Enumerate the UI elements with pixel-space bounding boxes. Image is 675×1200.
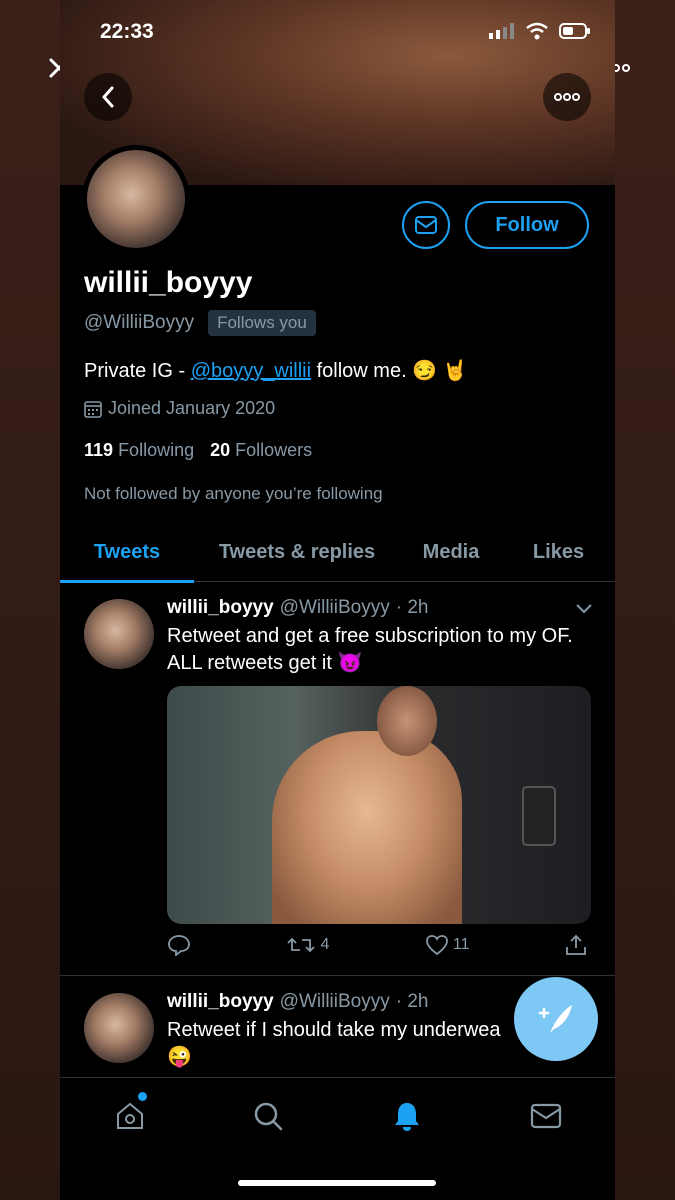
bio-mention-link[interactable]: @boyyy_willii [191, 360, 311, 382]
tweet-author-name: willii_boyyy [167, 991, 274, 1012]
status-icons [489, 22, 591, 40]
nav-search[interactable] [248, 1096, 288, 1136]
compose-tweet-button[interactable] [514, 977, 598, 1061]
tweet-text-line2: 😜 [167, 1046, 192, 1068]
like-count: 11 [452, 936, 470, 953]
tab-media[interactable]: Media [400, 522, 502, 582]
tweet-header: willii_boyyy @WilliiBoyyy · 2h [167, 597, 428, 619]
tweet-timestamp: · 2h [395, 991, 429, 1012]
tab-likes[interactable]: Likes [502, 522, 615, 582]
profile-tabs: Tweets Tweets & replies Media Likes [60, 522, 615, 583]
status-time: 22:33 [100, 20, 154, 43]
nav-messages[interactable] [526, 1096, 566, 1136]
notification-dot [138, 1092, 147, 1101]
reply-button[interactable] [167, 934, 191, 956]
backdrop-left [0, 0, 60, 1200]
retweet-count: 4 [320, 936, 330, 953]
like-icon [425, 935, 448, 956]
bio-suffix: follow me. 😏 🤘 [311, 360, 468, 382]
tweet-avatar[interactable] [84, 993, 154, 1063]
signal-icon [489, 23, 514, 39]
handle-row: @WilliiBoyyy Follows you [84, 310, 316, 336]
media-subject [272, 731, 462, 924]
profile-display-name: willii_boyyy [84, 266, 253, 299]
tweet-avatar[interactable] [84, 599, 154, 669]
phone-screen: 22:33 Follow willii_boyyy @WilliiBoyyy F… [60, 0, 615, 1200]
tweet-text: Retweet and get a free subscription to m… [167, 625, 573, 674]
reply-icon [168, 935, 190, 956]
share-icon [566, 934, 586, 955]
message-button[interactable] [402, 201, 450, 249]
media-subject-head [377, 686, 437, 756]
bio-prefix: Private IG - [84, 360, 191, 382]
followers-link[interactable]: 20 Followers [210, 440, 312, 461]
battery-icon [559, 23, 590, 39]
follow-button[interactable]: Follow [465, 201, 589, 249]
retweet-button[interactable]: 4 [286, 934, 329, 956]
followers-label: Followers [235, 440, 313, 460]
back-icon [102, 86, 114, 108]
tweet-author-handle: @WilliiBoyyy [279, 991, 390, 1012]
retweet-icon [287, 937, 316, 953]
tweet-actions: 4 11 [167, 934, 587, 956]
tweet-media-image[interactable] [167, 686, 591, 924]
follow-counts: 119 Following 20 Followers [84, 440, 312, 461]
more-options-button[interactable] [543, 73, 591, 121]
media-phone [522, 786, 556, 846]
followers-count: 20 [210, 440, 231, 460]
tweet-timestamp: · 2h [395, 597, 429, 618]
search-icon [254, 1102, 283, 1131]
like-button[interactable]: 11 [425, 934, 470, 956]
joined-date: Joined January 2020 [84, 398, 275, 419]
following-link[interactable]: 119 Following [84, 440, 194, 461]
wifi-icon [526, 22, 548, 40]
backdrop-right [615, 0, 675, 1200]
profile-bio: Private IG - @boyyy_willii follow me. 😏 … [84, 358, 468, 383]
not-followed-note: Not followed by anyone you’re following [84, 484, 383, 503]
nav-notifications[interactable] [387, 1096, 427, 1136]
profile-handle: @WilliiBoyyy [84, 312, 195, 333]
profile-avatar[interactable] [82, 145, 190, 253]
following-count: 119 [84, 440, 114, 460]
home-indicator[interactable] [238, 1180, 436, 1186]
back-button[interactable] [84, 73, 132, 121]
chevron-down-icon[interactable] [574, 601, 594, 615]
notifications-icon [395, 1103, 419, 1131]
home-icon [117, 1102, 143, 1129]
follows-you-badge: Follows you [208, 310, 316, 336]
messages-icon [530, 1103, 562, 1129]
more-icon [554, 93, 580, 101]
calendar-icon [84, 400, 102, 418]
tweet-header: willii_boyyy @WilliiBoyyy · 2h [167, 991, 428, 1013]
tab-tweets[interactable]: Tweets [60, 522, 194, 583]
mail-icon [415, 216, 437, 234]
nav-home[interactable] [110, 1092, 150, 1136]
compose-icon [538, 1005, 572, 1033]
following-label: Following [118, 440, 195, 460]
tweet-author-handle: @WilliiBoyyy [279, 597, 390, 618]
tab-tweets-replies[interactable]: Tweets & replies [194, 522, 400, 582]
tweet-author-name: willii_boyyy [167, 597, 274, 618]
joined-text: Joined January 2020 [108, 398, 276, 418]
share-button[interactable] [565, 934, 587, 956]
